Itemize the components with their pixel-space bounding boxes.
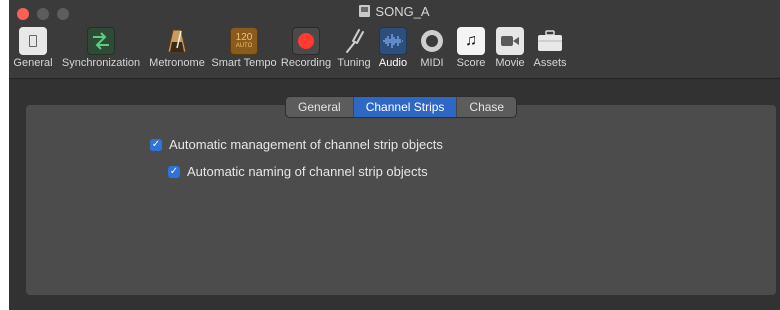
toolbar-assets-label: Assets [533,57,567,69]
tab-general[interactable]: General [286,97,354,117]
video-camera-icon [496,27,524,55]
tuning-fork-icon [340,27,368,55]
record-icon [292,27,320,55]
toolbar-synchronization-label: Synchronization [61,57,141,69]
toolbar-general[interactable]: General [11,24,55,76]
music-note-icon: ♫ [457,27,485,55]
toolbar-synchronization[interactable]: Synchronization [61,24,141,76]
preferences-toolbar: General Synchronization Metronome 120 AU… [9,24,780,76]
tempo-display-icon: 120 AUTO [230,27,258,55]
toolbar-general-label: General [13,57,53,69]
auto-naming-option[interactable]: ✓ Automatic naming of channel strip obje… [168,164,428,179]
toolbar-smart-tempo[interactable]: 120 AUTO Smart Tempo [209,24,279,76]
toolbar-movie[interactable]: Movie [490,24,530,76]
auto-management-checkbox[interactable]: ✓ [150,138,162,151]
tempo-display-auto: AUTO [235,42,253,49]
toolbar-tuning-label: Tuning [337,57,371,69]
toolbar-audio-label: Audio [378,57,408,69]
tab-channel-strips[interactable]: Channel Strips [353,97,458,117]
toolbar-recording-label: Recording [280,57,332,69]
toolbar-metronome-label: Metronome [149,57,205,69]
toolbar-recording[interactable]: Recording [280,24,332,76]
toolbar-metronome[interactable]: Metronome [146,24,208,76]
window-title: SONG_A [375,4,430,19]
waveform-icon [379,27,407,55]
toolbar-midi-label: MIDI [420,57,444,69]
music-note-glyph: ♫ [465,32,477,49]
toolbar-tuning[interactable]: Tuning [334,24,374,76]
auto-naming-label: Automatic naming of channel strip object… [187,164,428,179]
toolbar-score[interactable]: ♫ Score [452,24,490,76]
title-bar: SONG_A General Synchronization Metronome… [9,0,780,79]
switch-icon [19,27,47,55]
window-title-group: SONG_A [9,4,780,19]
briefcase-icon [536,27,564,55]
toolbar-assets[interactable]: Assets [529,24,571,76]
settings-panel [26,105,776,295]
auto-naming-checkbox[interactable]: ✓ [168,165,180,178]
toolbar-movie-label: Movie [495,57,525,69]
metronome-icon [163,27,191,55]
toolbar-score-label: Score [456,57,486,69]
toolbar-smart-tempo-label: Smart Tempo [211,57,277,69]
tab-chase[interactable]: Chase [457,97,516,117]
auto-management-option[interactable]: ✓ Automatic management of channel strip … [150,137,443,152]
sync-arrows-icon [87,27,115,55]
tempo-display-value: 120 [235,31,253,43]
preferences-window: SONG_A General Synchronization Metronome… [9,0,780,310]
midi-port-icon [418,27,446,55]
toolbar-audio[interactable]: Audio [375,24,411,76]
auto-management-label: Automatic management of channel strip ob… [169,137,443,152]
document-icon [359,5,371,17]
toolbar-midi[interactable]: MIDI [414,24,450,76]
audio-tab-bar: General Channel Strips Chase [285,96,518,118]
